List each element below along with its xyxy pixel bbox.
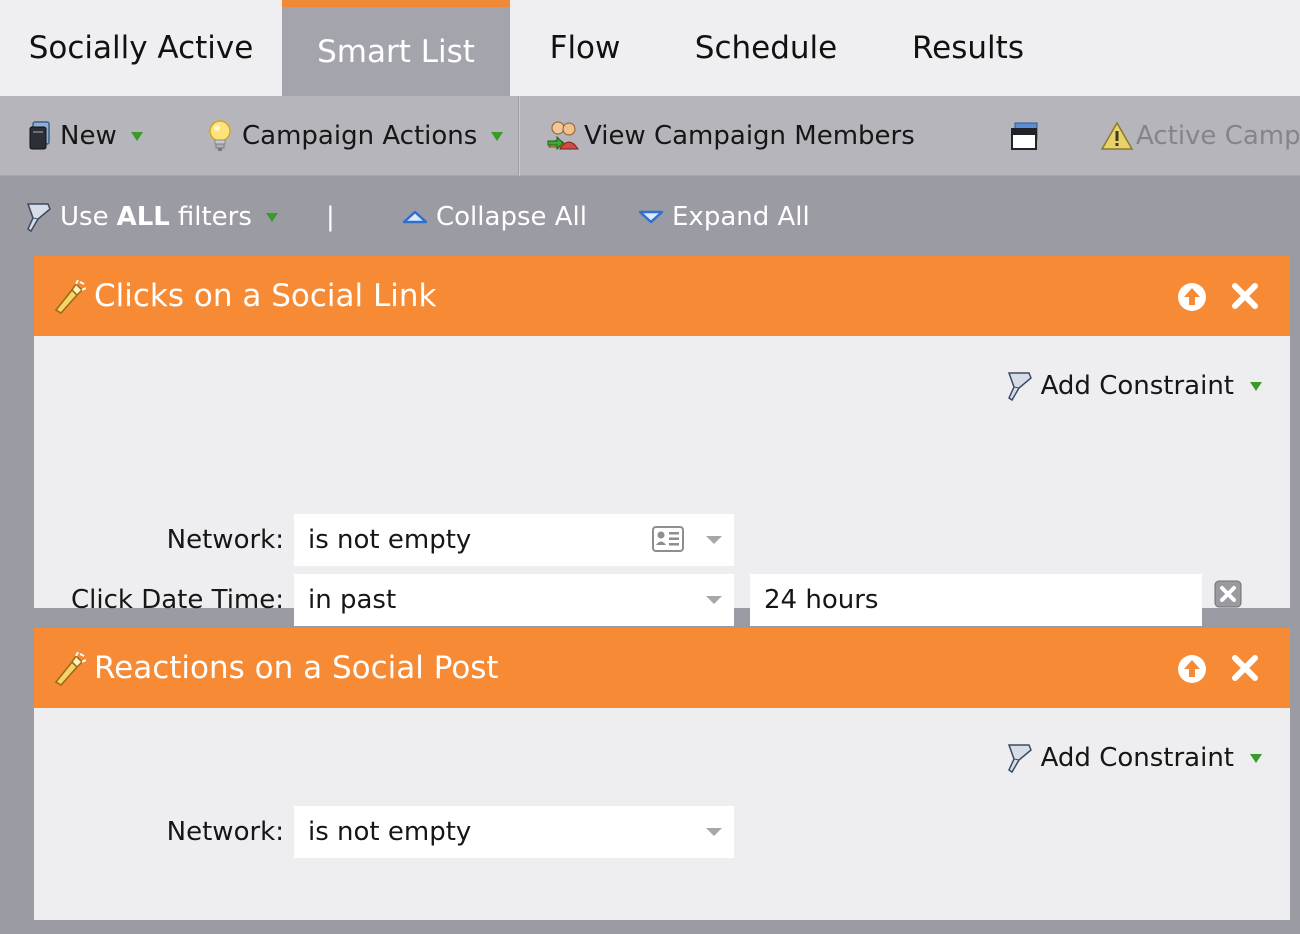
add-constraint-button[interactable]: Add Constraint	[1005, 370, 1262, 402]
chevron-down-icon	[130, 131, 143, 141]
lightbulb-icon	[206, 119, 234, 153]
input-value: 24 hours	[764, 585, 879, 615]
filter-panel-clicks-social-link: Clicks on a Social Link Add Constraint N…	[34, 256, 1290, 626]
chevron-down-icon	[1250, 753, 1262, 763]
campaign-actions-button[interactable]: Campaign Actions	[206, 96, 504, 176]
filter-title: Reactions on a Social Post	[94, 650, 499, 686]
toolbar: New Campaign Actions View Campaign Membe…	[0, 96, 1300, 176]
funnel-icon	[24, 201, 54, 233]
expand-all-label: Expand All	[672, 202, 810, 232]
new-label: New	[60, 121, 117, 151]
filter-panel-reactions-social-post: Reactions on a Social Post Add Constrain…	[34, 628, 1290, 920]
active-campaign-button[interactable]: Active Campa	[1100, 96, 1300, 176]
tab-label: Socially Active	[28, 30, 254, 66]
chevron-down-icon	[265, 212, 278, 222]
select-value: is not empty	[308, 525, 472, 555]
expand-all-button[interactable]: Expand All	[638, 177, 810, 257]
chevron-down-icon	[491, 131, 504, 141]
close-icon[interactable]	[1230, 653, 1260, 687]
all-label: ALL	[116, 202, 170, 232]
tab-results[interactable]: Results	[872, 0, 1064, 96]
tab-label: Smart List	[317, 33, 475, 70]
view-campaign-members-button[interactable]: View Campaign Members	[546, 96, 915, 176]
filter-panel-header: Reactions on a Social Post	[34, 628, 1290, 708]
add-constraint-label: Add Constraint	[1040, 371, 1234, 401]
constraint-label: Network:	[166, 525, 284, 555]
filter-panel-body: Add Constraint Network: is not empty Cli…	[34, 336, 1290, 626]
campaign-actions-label: Campaign Actions	[242, 121, 478, 151]
active-campaign-label: Active Campa	[1136, 121, 1300, 151]
chevron-down-icon	[706, 536, 722, 544]
collapse-all-label: Collapse All	[436, 202, 587, 232]
filter-title: Clicks on a Social Link	[94, 278, 437, 314]
collapse-all-button[interactable]: Collapse All	[402, 177, 587, 257]
move-up-icon[interactable]	[1176, 281, 1208, 317]
click-date-time-operator-select[interactable]: in past	[294, 574, 734, 626]
window-icon	[1010, 121, 1040, 151]
new-button[interactable]: New	[28, 96, 143, 176]
constraint-label: Network:	[166, 817, 284, 847]
tab-smart-list[interactable]: Smart List	[282, 0, 510, 96]
network-operator-select[interactable]: is not empty	[294, 514, 734, 566]
filter-bar: Use ALL filters | Collapse All Expand Al…	[0, 177, 1300, 257]
tab-label: Schedule	[694, 30, 838, 66]
tab-socially-active[interactable]: Socially Active	[0, 0, 282, 96]
tab-label: Flow	[549, 30, 621, 66]
close-icon[interactable]	[1230, 281, 1260, 315]
window-button[interactable]	[1010, 96, 1040, 176]
expand-icon	[638, 209, 664, 225]
delete-box-icon[interactable]	[1214, 580, 1242, 608]
filter-panel-header: Clicks on a Social Link	[34, 256, 1290, 336]
chevron-down-icon	[1250, 381, 1262, 391]
divider-text: |	[326, 202, 335, 232]
funnel-icon	[1005, 742, 1035, 774]
add-constraint-label: Add Constraint	[1040, 743, 1234, 773]
chevron-down-icon	[706, 828, 722, 836]
collapse-icon	[402, 209, 428, 225]
filter-panel-body: Add Constraint Network: is not empty	[34, 708, 1290, 920]
filter-wand-icon	[52, 279, 87, 318]
click-date-time-value-input[interactable]: 24 hours	[750, 574, 1202, 626]
tab-schedule[interactable]: Schedule	[660, 0, 872, 96]
funnel-icon	[1005, 370, 1035, 402]
filter-bar-divider: |	[326, 177, 335, 257]
network-operator-select[interactable]: is not empty	[294, 806, 734, 858]
chevron-down-icon	[706, 596, 722, 604]
tab-label: Results	[912, 30, 1024, 66]
use-filters-dropdown[interactable]: Use ALL filters	[24, 177, 278, 257]
members-icon	[546, 119, 582, 153]
toolbar-divider	[518, 96, 520, 176]
view-campaign-members-label: View Campaign Members	[584, 121, 915, 151]
tab-flow[interactable]: Flow	[510, 0, 660, 96]
select-value: is not empty	[308, 817, 472, 847]
move-up-icon[interactable]	[1176, 653, 1208, 689]
warning-icon	[1100, 121, 1134, 151]
use-label: Use	[60, 202, 109, 232]
filters-label: filters	[177, 202, 252, 232]
filter-wand-icon	[52, 651, 87, 690]
new-icon	[28, 121, 52, 151]
card-icon[interactable]	[652, 526, 684, 552]
select-value: in past	[308, 585, 397, 615]
tab-bar: Socially Active Smart List Flow Schedule…	[0, 0, 1300, 96]
constraint-label: Click Date Time:	[70, 585, 284, 615]
add-constraint-button[interactable]: Add Constraint	[1005, 742, 1262, 774]
